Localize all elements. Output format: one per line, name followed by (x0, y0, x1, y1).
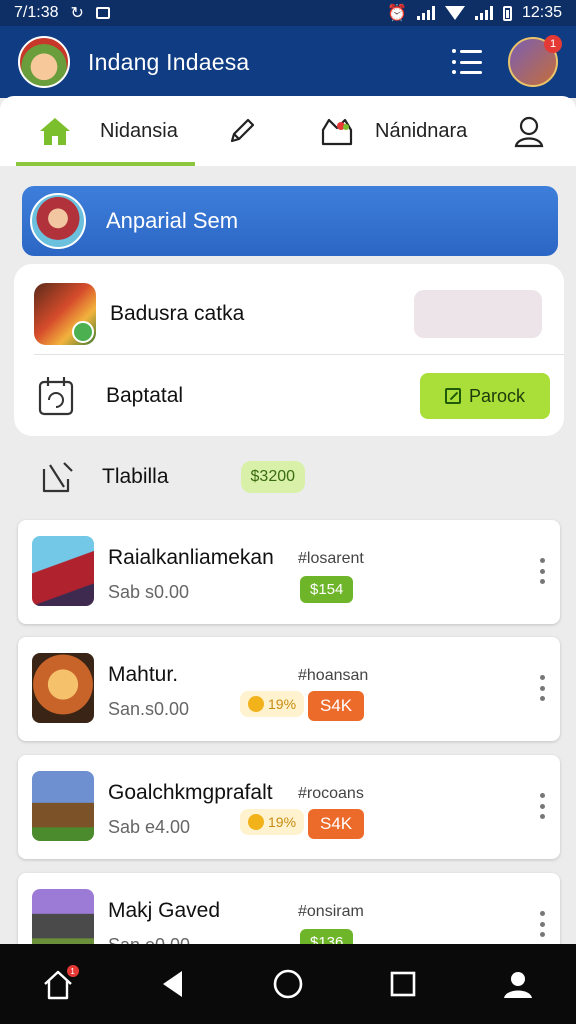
nav-recents-button[interactable] (378, 959, 428, 1009)
divider (34, 354, 564, 355)
item-title: Raialkanliamekan (108, 546, 274, 569)
game-icon (34, 283, 96, 345)
coin-value: 19% (268, 814, 297, 830)
nav-badge: 1 (66, 965, 79, 977)
placeholder-button[interactable] (414, 290, 542, 338)
panel-row-title: Baptatal (106, 384, 184, 407)
list-menu-button[interactable] (452, 49, 482, 74)
item-tag: #onsiram (298, 903, 364, 920)
item-title: Makj Gaved (108, 899, 221, 922)
status-clock: 12:35 (521, 4, 562, 21)
price-badge: $154 (300, 576, 354, 603)
price-badge: S4K (308, 691, 365, 721)
banner-text: Anparial Sem (106, 208, 239, 233)
app-bar: Indang Indaesa 1 (0, 26, 576, 98)
game-icon (32, 653, 94, 723)
nav-home-circle-button[interactable] (263, 959, 313, 1009)
tab-edit[interactable] (195, 96, 295, 166)
wifi-icon (444, 6, 465, 20)
list-item[interactable]: Raialkanliamekan Sab s0.00 #losarent $15… (18, 520, 560, 624)
item-tag: #hoansan (298, 667, 369, 684)
game-icon (32, 771, 94, 841)
home-icon (40, 118, 70, 145)
app-title: Indang Indaesa (88, 48, 250, 75)
app-logo-avatar[interactable] (18, 36, 70, 88)
featured-banner[interactable]: Anparial Sem (22, 186, 558, 256)
list-item[interactable]: Goalchkmgprafalt Sab e4.00 #rocoans 19% … (18, 755, 560, 859)
tab-shop-label: Nánidnara (375, 119, 468, 142)
item-subtitle: Sab s0.00 (108, 582, 190, 602)
edit-icon (444, 388, 461, 404)
tab-home-label: Nidansia (100, 119, 178, 142)
coin-badge: 19% (240, 809, 305, 835)
parock-button[interactable]: Parock (420, 373, 550, 419)
cell-signal-icon (474, 6, 493, 20)
user-icon (514, 116, 544, 148)
section-price-badge: $3200 (240, 461, 306, 493)
notification-badge: 1 (544, 35, 562, 53)
home-circle-icon (273, 969, 303, 999)
recents-square-icon (390, 971, 416, 997)
section-title: Tlabilla (102, 465, 169, 488)
alarm-icon: ⏰ (387, 5, 407, 22)
list-item[interactable]: Mahtur. San.s0.00 #hoansan 19% S4K (18, 637, 560, 741)
system-nav-bar: 1 (0, 944, 576, 1024)
item-subtitle: Sab e4.00 (108, 817, 191, 837)
sync-icon: ↻ (70, 5, 84, 22)
nav-home-button[interactable]: 1 (33, 959, 83, 1009)
status-bar: 7/1:38 ↻ ⏰ 12:35 (0, 0, 576, 26)
tab-home[interactable]: Nidansia (0, 96, 195, 166)
panel-row-title: Badusra catka (110, 302, 245, 325)
game-icon (32, 536, 94, 606)
item-tag: #losarent (298, 550, 364, 567)
section-header: Tlabilla $3200 (14, 444, 564, 510)
parock-button-label: Parock (468, 385, 526, 406)
coin-icon (248, 696, 264, 712)
signal-icon (416, 6, 435, 20)
coin-badge: 19% (240, 691, 305, 717)
item-tag: #rocoans (298, 785, 364, 802)
list-icon-line (452, 59, 482, 64)
more-options-icon[interactable] (540, 558, 546, 584)
nav-profile-button[interactable] (493, 959, 543, 1009)
coin-value: 19% (268, 696, 297, 712)
notification-icon (95, 7, 110, 19)
tab-bar: Nidansia Nánidnara (0, 96, 576, 166)
panel-row[interactable]: Badusra catka (14, 274, 564, 354)
status-time: 7/1:38 (14, 4, 59, 21)
panel-row[interactable]: Baptatal Parock (14, 356, 564, 436)
more-options-icon[interactable] (540, 793, 546, 819)
list-icon-line (452, 49, 482, 53)
person-icon (504, 972, 533, 998)
shop-icon (321, 118, 353, 146)
edit-box-icon (42, 462, 73, 493)
battery-icon (502, 5, 512, 21)
calendar-icon (38, 377, 74, 416)
price-badge: S4K (308, 809, 365, 839)
list-icon-line (452, 70, 482, 74)
more-options-icon[interactable] (540, 911, 546, 937)
more-options-icon[interactable] (540, 675, 546, 701)
featured-panel: Badusra catka Baptatal Parock (14, 264, 564, 436)
banner-avatar (30, 193, 86, 249)
tab-user[interactable] (505, 96, 575, 166)
item-subtitle: San.s0.00 (108, 699, 190, 719)
coin-icon (248, 814, 264, 830)
item-title: Mahtur. (108, 663, 179, 686)
pencil-icon (230, 118, 255, 143)
profile-avatar-button[interactable]: 1 (508, 35, 562, 87)
back-triangle-icon (162, 971, 182, 997)
tab-shop[interactable]: Nánidnara (295, 96, 505, 166)
item-title: Goalchkmgprafalt (108, 781, 273, 804)
nav-back-button[interactable] (148, 959, 198, 1009)
